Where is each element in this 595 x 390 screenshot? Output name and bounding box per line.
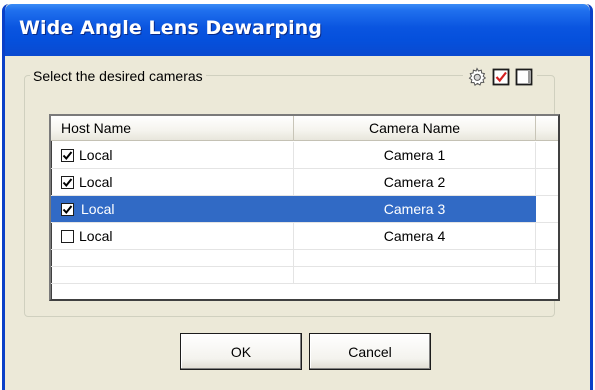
empty-cell [51,267,294,283]
camera-list[interactable]: Host Name Camera Name Local Camera 1 Local… [49,114,560,301]
host-name-text: Local [79,201,117,217]
cell-host: Local [51,142,294,168]
empty-cell [294,250,536,266]
list-rows: Local Camera 1 Local Camera 2 Local Camera 3L… [51,142,558,284]
title-bar[interactable]: Wide Angle Lens Dewarping [5,4,590,56]
gear-icon[interactable] [467,67,487,87]
cell-filler [536,223,558,249]
check-all-icon[interactable] [492,68,510,86]
checkbox-checked[interactable] [61,175,74,189]
camera-name-text: Camera 2 [383,174,446,190]
group-legend: Select the desired cameras [30,68,206,84]
window-title: Wide Angle Lens Dewarping [19,17,323,39]
cell-host: Local [51,169,294,195]
checkbox-checked[interactable] [61,148,74,162]
checkbox-checked[interactable] [61,202,74,216]
cell-filler [536,196,558,222]
camera-name-text: Camera 1 [383,147,446,163]
camera-name-text: Camera 4 [383,228,446,244]
checkbox-unchecked[interactable] [61,229,74,243]
camera-name-text: Camera 3 [383,201,446,217]
cell-filler [536,142,558,168]
cancel-button[interactable]: Cancel [309,333,431,370]
cell-filler [536,169,558,195]
list-row[interactable]: Local Camera 4 [51,223,558,250]
ok-button[interactable]: OK [180,333,302,370]
host-name-text: Local [79,228,113,244]
empty-cell [294,267,536,283]
cell-camera: Camera 3 [294,196,536,222]
legend-toolbar [463,66,537,88]
cell-camera: Camera 4 [294,223,536,249]
list-row[interactable]: Local Camera 3 [51,196,558,223]
cell-camera: Camera 1 [294,142,536,168]
column-filler [536,116,558,141]
host-name-text: Local [79,147,113,163]
list-header: Host Name Camera Name [51,116,558,141]
uncheck-all-icon[interactable] [515,68,533,86]
empty-cell [51,250,294,266]
empty-row [51,250,558,267]
list-row[interactable]: Local Camera 1 [51,142,558,169]
cell-host: Local [51,223,294,249]
cell-camera: Camera 2 [294,169,536,195]
empty-row [51,267,558,284]
list-row[interactable]: Local Camera 2 [51,169,558,196]
host-name-text: Local [79,174,113,190]
column-host-name[interactable]: Host Name [51,116,294,141]
cell-host: Local [51,196,294,222]
column-camera-name[interactable]: Camera Name [294,116,536,141]
